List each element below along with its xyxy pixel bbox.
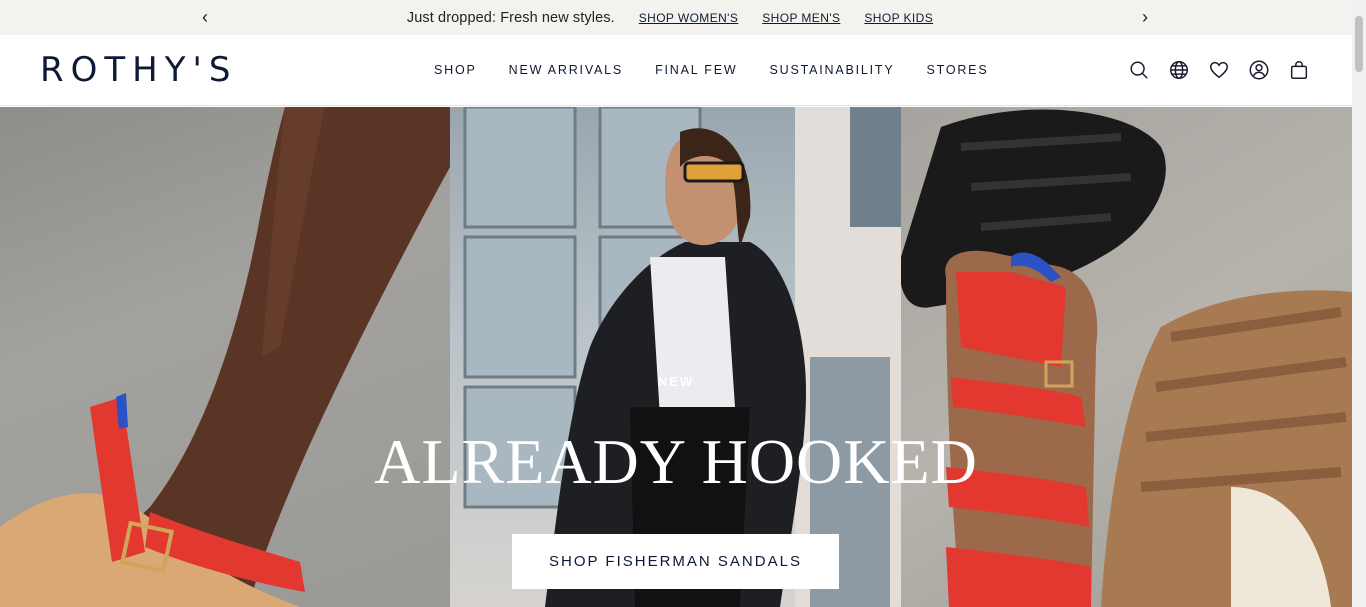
nav-stores[interactable]: STORES — [926, 63, 988, 77]
shop-kids-link[interactable]: SHOP KIDS — [864, 11, 933, 25]
shop-womens-link[interactable]: SHOP WOMEN'S — [639, 11, 739, 25]
scrollbar-thumb[interactable] — [1355, 16, 1363, 72]
site-header: ROTHY'S SHOP NEW ARRIVALS FINAL FEW SUST… — [0, 35, 1352, 106]
globe-icon[interactable] — [1168, 59, 1190, 81]
chevron-left-icon[interactable]: ‹ — [194, 6, 216, 28]
announcement-message: Just dropped: Fresh new styles. — [406, 9, 615, 26]
header-icons — [1128, 59, 1310, 81]
hero-image-center — [450, 107, 901, 607]
account-icon[interactable] — [1248, 59, 1270, 81]
nav-final-few[interactable]: FINAL FEW — [655, 63, 737, 77]
nav-new-arrivals[interactable]: NEW ARRIVALS — [509, 63, 623, 77]
shop-mens-link[interactable]: SHOP MEN'S — [762, 11, 840, 25]
hero-banner: NEW ALREADY HOOKED SHOP FISHERMAN SANDAL… — [0, 107, 1352, 607]
hero-image-left — [0, 107, 450, 607]
nav-sustainability[interactable]: SUSTAINABILITY — [769, 63, 894, 77]
main-nav: SHOP NEW ARRIVALS FINAL FEW SUSTAINABILI… — [434, 63, 988, 77]
chevron-right-icon[interactable]: › — [1134, 6, 1156, 28]
shop-fisherman-sandals-button[interactable]: SHOP FISHERMAN SANDALS — [512, 534, 839, 589]
page-scrollbar[interactable] — [1352, 0, 1366, 607]
heart-icon[interactable] — [1208, 59, 1230, 81]
nav-shop[interactable]: SHOP — [434, 63, 477, 77]
bag-icon[interactable] — [1288, 59, 1310, 81]
rothys-logo[interactable]: ROTHY'S — [40, 50, 237, 90]
hero-image-right — [901, 107, 1352, 607]
announcement-bar: ‹ Just dropped: Fresh new styles. SHOP W… — [0, 0, 1352, 35]
search-icon[interactable] — [1128, 59, 1150, 81]
